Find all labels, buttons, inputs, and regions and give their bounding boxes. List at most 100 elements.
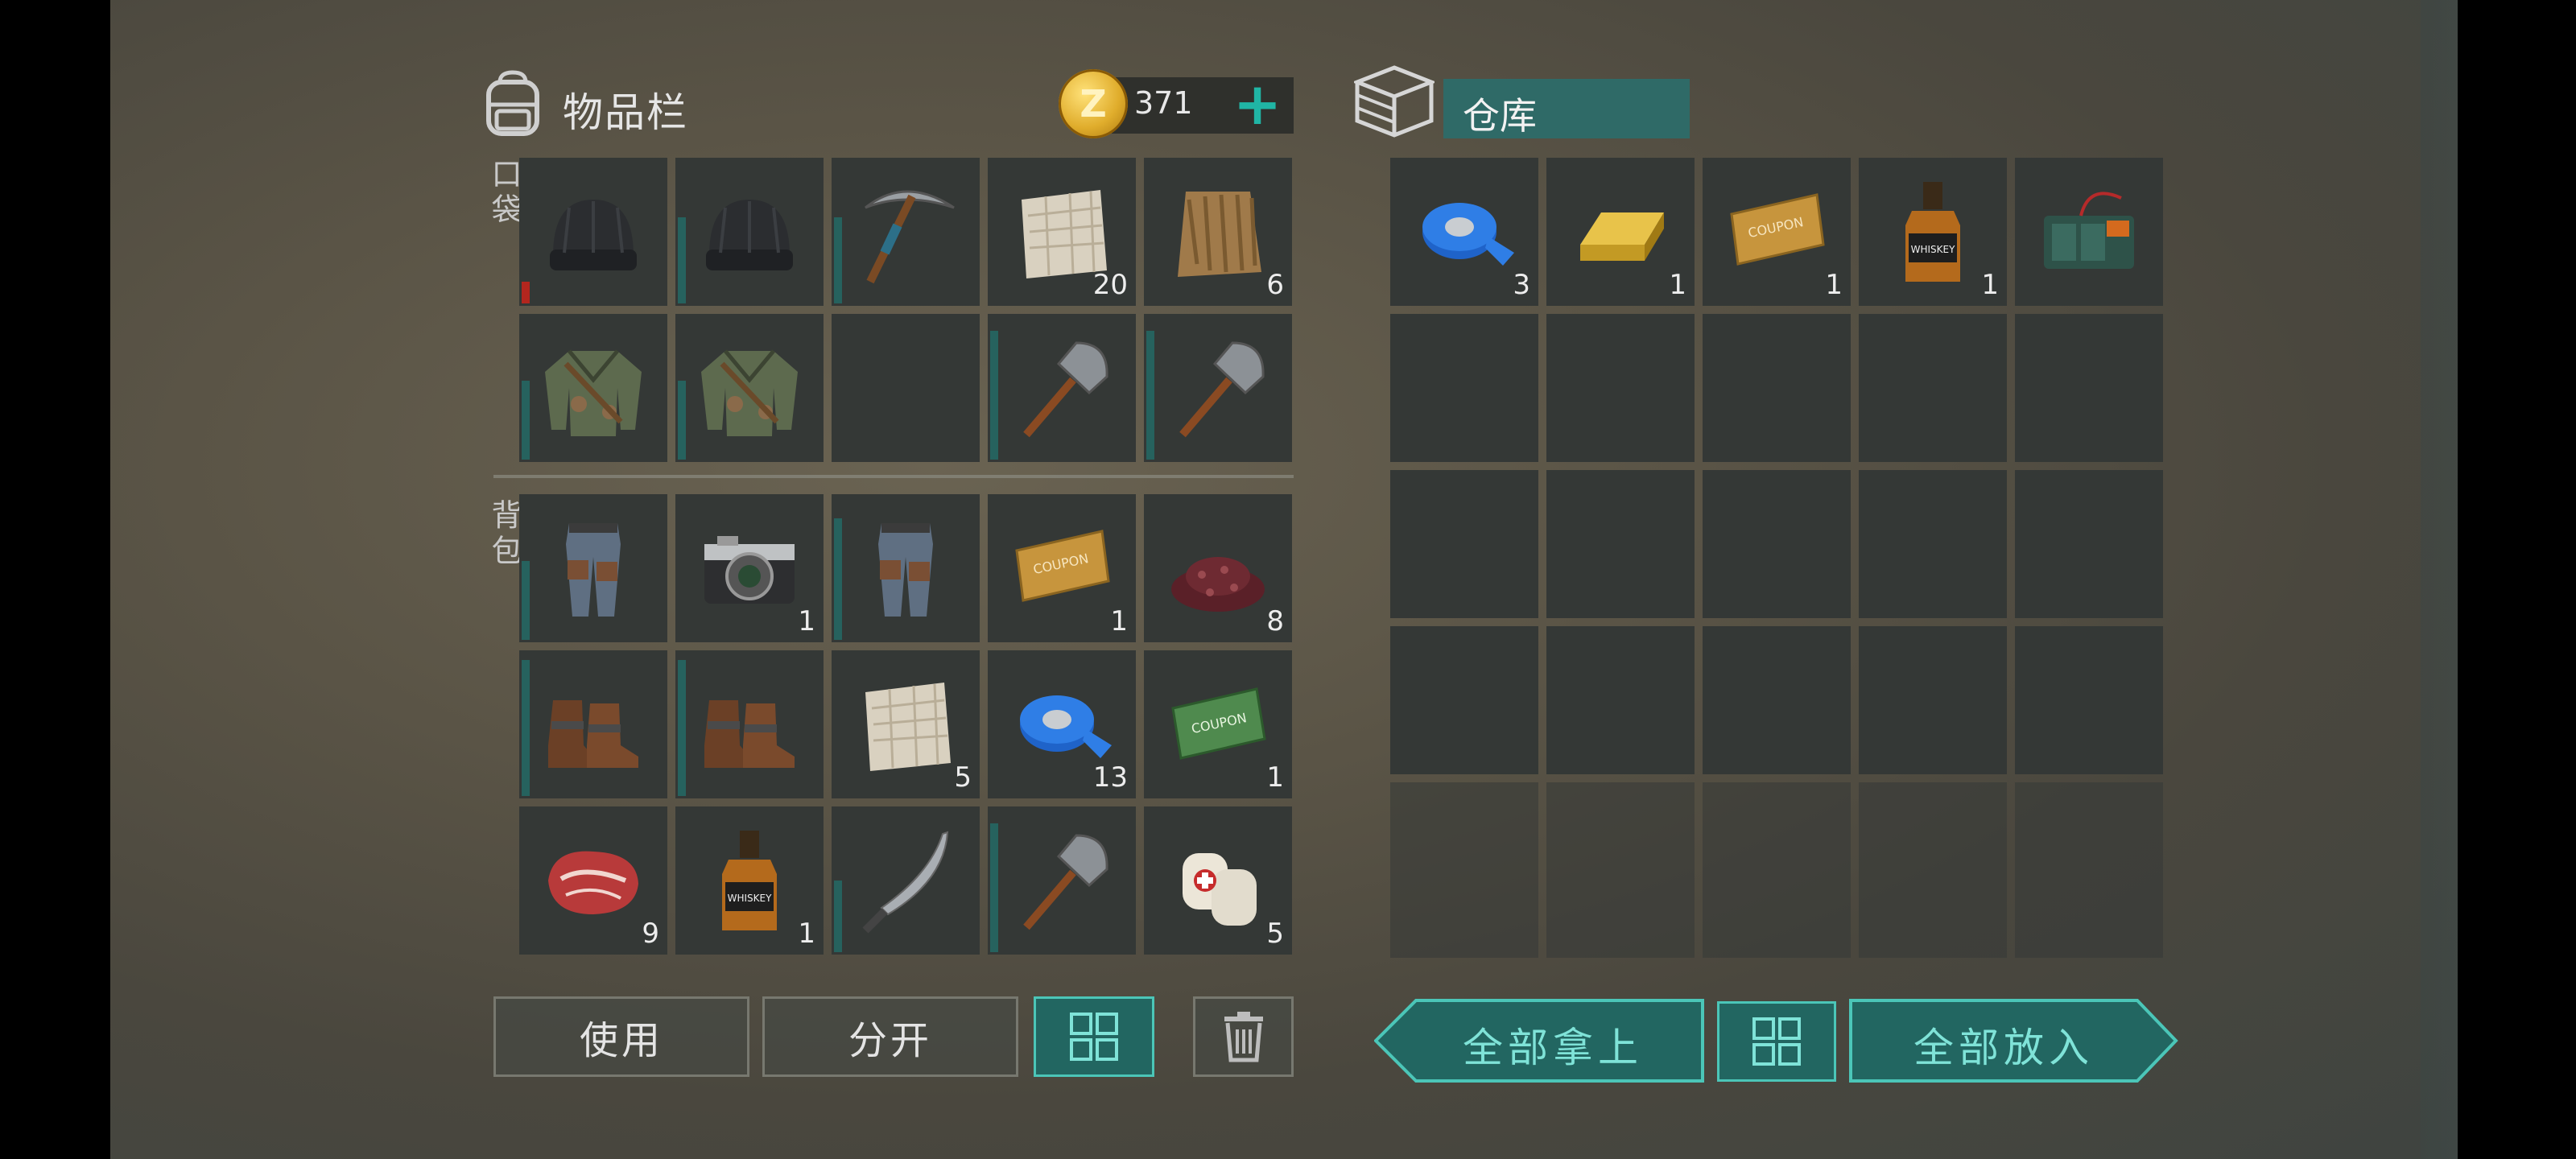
item-quantity: 3: [1513, 269, 1530, 301]
camera-icon: [704, 536, 795, 604]
empty-slot[interactable]: [1390, 782, 1538, 930]
item-slot[interactable]: [519, 494, 667, 642]
empty-slot[interactable]: [1859, 314, 2007, 462]
item-slot[interactable]: 5: [832, 650, 980, 798]
camo-jacket-icon: [545, 349, 642, 436]
item-slot[interactable]: [832, 806, 980, 955]
item-slot[interactable]: [519, 314, 667, 462]
use-button[interactable]: 使用: [493, 996, 749, 1077]
whiskey-bottle-icon: WHISKEY: [722, 831, 777, 930]
empty-slot[interactable]: [2015, 930, 2163, 958]
empty-slot[interactable]: [1859, 782, 2007, 930]
item-slot[interactable]: [1144, 314, 1292, 462]
c4-explosive-icon: [2044, 192, 2134, 269]
item-slot[interactable]: 13: [988, 650, 1136, 798]
item-quantity: 8: [1266, 605, 1284, 637]
grid-sort-icon: [1752, 1017, 1801, 1066]
take-all-label: 全部拿上: [1463, 1025, 1643, 1071]
item-quantity: 13: [1092, 761, 1128, 794]
warehouse-crate-icon: [1354, 65, 1435, 138]
empty-slot[interactable]: [2015, 782, 2163, 930]
empty-slot[interactable]: [1703, 930, 1851, 958]
sort-grid-button[interactable]: [1034, 996, 1154, 1077]
item-slot[interactable]: 5: [1144, 806, 1292, 955]
empty-slot[interactable]: [1703, 314, 1851, 462]
item-slot[interactable]: [675, 314, 824, 462]
empty-slot[interactable]: [1390, 314, 1538, 462]
item-slot[interactable]: [988, 806, 1136, 955]
empty-slot[interactable]: [1703, 782, 1851, 930]
coin-icon: Z: [1059, 69, 1128, 138]
item-slot[interactable]: 6: [1144, 158, 1292, 306]
delete-button[interactable]: [1193, 996, 1294, 1077]
durability-bar: [1146, 331, 1154, 460]
item-quantity: 1: [1669, 269, 1686, 301]
item-slot[interactable]: [675, 158, 824, 306]
item-quantity: 5: [954, 761, 972, 794]
put-all-label: 全部放入: [1913, 1025, 2094, 1071]
durability-bar: [834, 881, 842, 952]
item-slot[interactable]: WHISKEY 1: [675, 806, 824, 955]
warehouse-sort-button[interactable]: [1717, 1001, 1836, 1082]
item-slot[interactable]: 1: [675, 494, 824, 642]
item-slot[interactable]: [832, 494, 980, 642]
item-slot[interactable]: COUPON 1: [988, 494, 1136, 642]
add-coins-button[interactable]: +: [1229, 75, 1286, 133]
empty-slot[interactable]: [1703, 626, 1851, 774]
split-button[interactable]: 分开: [762, 996, 1018, 1077]
shovel-icon: [1023, 341, 1108, 438]
empty-slot[interactable]: [1546, 782, 1695, 930]
item-quantity: 1: [1825, 269, 1843, 301]
item-slot[interactable]: [832, 158, 980, 306]
durability-bar: [522, 282, 530, 303]
empty-slot[interactable]: [1546, 626, 1695, 774]
empty-slot[interactable]: [1546, 930, 1695, 958]
item-slot[interactable]: COUPON 1: [1144, 650, 1292, 798]
durability-bar: [834, 217, 842, 303]
item-quantity: 1: [1266, 761, 1284, 794]
empty-slot[interactable]: [1859, 930, 2007, 958]
item-slot[interactable]: WHISKEY 1: [1859, 158, 2007, 306]
empty-slot[interactable]: [1390, 626, 1538, 774]
empty-slot[interactable]: [2015, 626, 2163, 774]
fur-hide-icon: [1178, 192, 1261, 277]
empty-slot[interactable]: [1859, 470, 2007, 618]
inventory-title: 物品栏: [563, 89, 688, 136]
item-slot[interactable]: [519, 158, 667, 306]
item-slot[interactable]: [675, 650, 824, 798]
section-divider: [493, 475, 1294, 478]
item-quantity: 20: [1092, 269, 1128, 301]
empty-slot[interactable]: [2015, 470, 2163, 618]
svg-text:WHISKEY: WHISKEY: [1911, 244, 1955, 255]
durability-bar: [522, 561, 530, 640]
empty-slot[interactable]: [2015, 314, 2163, 462]
beanie-hat-icon: [550, 200, 637, 270]
pickaxe-icon: [865, 190, 955, 284]
backpack-icon: [486, 70, 539, 136]
durability-bar: [990, 331, 998, 460]
empty-slot[interactable]: [1390, 930, 1538, 958]
item-slot[interactable]: [988, 314, 1136, 462]
empty-slot[interactable]: [1703, 470, 1851, 618]
item-slot[interactable]: 3: [1390, 158, 1538, 306]
armored-pants-icon: [878, 523, 933, 617]
item-slot[interactable]: 8: [1144, 494, 1292, 642]
gold-bar-icon: [1580, 212, 1664, 261]
item-slot[interactable]: 1: [1546, 158, 1695, 306]
empty-slot[interactable]: [1859, 626, 2007, 774]
item-slot[interactable]: [2015, 158, 2163, 306]
warehouse-title: 仓库: [1463, 94, 1537, 138]
machete-icon: [862, 831, 949, 934]
ration-coupon-icon: COUPON: [1171, 687, 1266, 760]
item-slot[interactable]: 20: [988, 158, 1136, 306]
item-slot[interactable]: 9: [519, 806, 667, 955]
empty-slot[interactable]: [1546, 314, 1695, 462]
empty-slot[interactable]: [1390, 470, 1538, 618]
durability-bar: [678, 217, 686, 303]
item-slot[interactable]: [519, 650, 667, 798]
empty-slot[interactable]: [832, 314, 980, 462]
durability-bar: [522, 381, 530, 460]
item-quantity: 6: [1266, 269, 1284, 301]
item-slot[interactable]: COUPON 1: [1703, 158, 1851, 306]
empty-slot[interactable]: [1546, 470, 1695, 618]
